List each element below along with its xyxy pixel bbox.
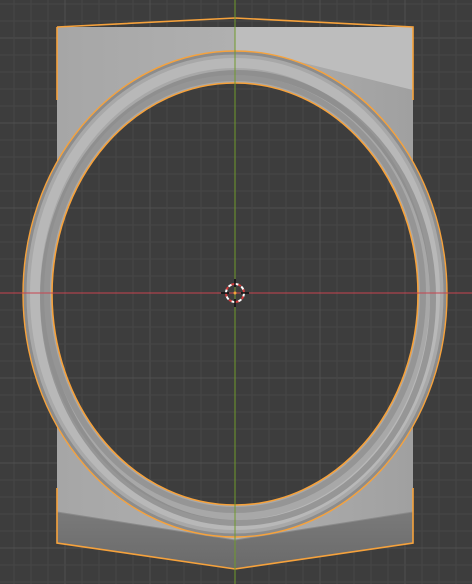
viewport-canvas[interactable] [0, 0, 472, 584]
3d-viewport[interactable] [0, 0, 472, 584]
